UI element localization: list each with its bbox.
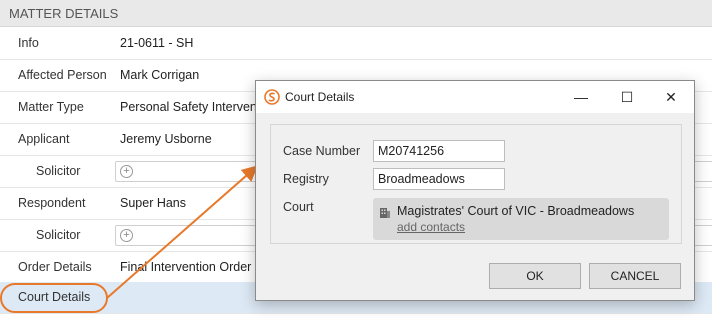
case-number-label: Case Number [283, 144, 361, 158]
ok-button[interactable]: OK [489, 263, 581, 289]
building-icon [380, 208, 390, 218]
court-name: Magistrates' Court of VIC - Broadmeadows [397, 204, 635, 218]
add-contacts-link[interactable]: add contacts [397, 221, 465, 234]
cancel-button[interactable]: CANCEL [589, 263, 681, 289]
case-number-input[interactable]: M20741256 [373, 140, 505, 162]
registry-input[interactable]: Broadmeadows [373, 168, 505, 190]
close-icon[interactable]: ✕ [648, 81, 694, 113]
maximize-icon[interactable]: ☐ [604, 81, 650, 113]
dialog-form-panel: Case Number M20741256 Registry Broadmead… [270, 124, 682, 244]
minimize-icon[interactable]: — [558, 81, 604, 113]
court-selection[interactable]: Magistrates' Court of VIC - Broadmeadows… [373, 198, 669, 240]
court-label: Court [283, 200, 314, 214]
dialog-titlebar[interactable]: Court Details — ☐ ✕ [256, 81, 694, 113]
dialog-title: Court Details [285, 90, 355, 104]
court-details-dialog: Court Details — ☐ ✕ Case Number M2074125… [255, 80, 695, 301]
registry-label: Registry [283, 172, 329, 186]
app-logo-icon [264, 89, 280, 105]
